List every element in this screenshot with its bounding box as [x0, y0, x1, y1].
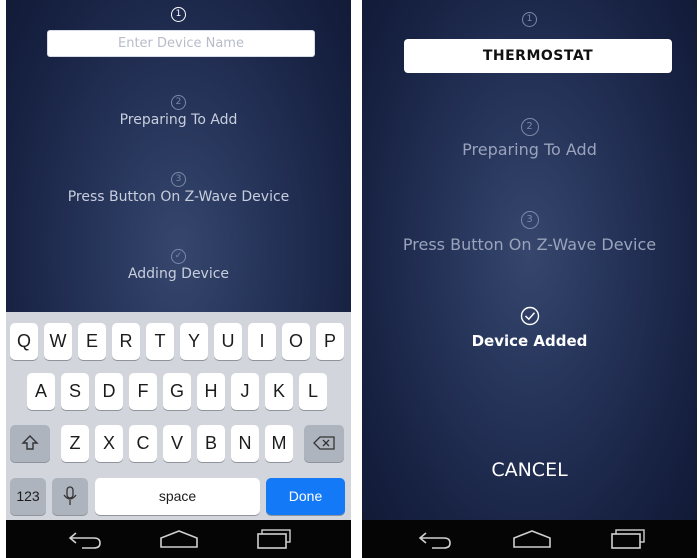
recents-icon[interactable]	[256, 529, 292, 549]
check-circle-icon: ✓	[171, 249, 186, 264]
backspace-key[interactable]	[304, 425, 344, 462]
backspace-icon	[313, 436, 335, 450]
step-2-label: Preparing To Add	[119, 112, 238, 128]
key-b[interactable]: B	[197, 425, 225, 462]
on-screen-keyboard: Q W E R T Y U I O P A S D F G H J K L Z …	[6, 312, 351, 520]
key-g[interactable]: G	[163, 373, 191, 410]
key-z[interactable]: Z	[61, 425, 89, 462]
step-3-label: Press Button On Z-Wave Device	[402, 235, 657, 254]
microphone-icon	[63, 486, 77, 505]
key-t[interactable]: T	[146, 323, 174, 360]
key-n[interactable]: N	[231, 425, 259, 462]
step-2-label: Preparing To Add	[462, 140, 597, 159]
device-name-field[interactable]: THERMOSTAT	[404, 39, 672, 73]
back-icon[interactable]	[418, 529, 452, 549]
key-l[interactable]: L	[299, 373, 327, 410]
step-4-check: ✓	[6, 247, 351, 264]
key-e[interactable]: E	[78, 323, 106, 360]
step-2-number: 2	[6, 93, 351, 110]
shift-key[interactable]	[10, 425, 50, 462]
device-added-label: Device Added	[471, 332, 588, 350]
key-p[interactable]: P	[316, 323, 344, 360]
left-phone-screen: 1 Enter Device Name 2 Preparing To Add 3…	[6, 0, 351, 558]
home-icon[interactable]	[159, 529, 199, 549]
key-q[interactable]: Q	[10, 323, 38, 360]
dictation-key[interactable]	[52, 478, 88, 515]
back-icon[interactable]	[68, 529, 102, 549]
key-h[interactable]: H	[197, 373, 225, 410]
step-3-number: 3	[6, 170, 351, 187]
key-m[interactable]: M	[265, 425, 293, 462]
android-nav-bar	[362, 520, 697, 558]
key-a[interactable]: A	[27, 373, 55, 410]
step-3-label: Press Button On Z-Wave Device	[67, 189, 290, 205]
home-icon[interactable]	[512, 529, 552, 549]
step-4-label: Adding Device	[127, 266, 230, 282]
key-x[interactable]: X	[95, 425, 123, 462]
numbers-key[interactable]: 123	[10, 478, 46, 515]
key-s[interactable]: S	[61, 373, 89, 410]
done-key[interactable]: Done	[266, 478, 345, 515]
key-c[interactable]: C	[129, 425, 157, 462]
step-1-number: 1	[6, 5, 351, 22]
check-circle-icon	[362, 306, 697, 330]
step-1-number: 1	[362, 10, 697, 27]
step-2-number: 2	[362, 118, 697, 136]
key-v[interactable]: V	[163, 425, 191, 462]
shift-icon	[21, 435, 39, 450]
key-k[interactable]: K	[265, 373, 293, 410]
key-f[interactable]: F	[129, 373, 157, 410]
step-3-number: 3	[362, 211, 697, 229]
cancel-button[interactable]: CANCEL	[362, 459, 697, 481]
key-d[interactable]: D	[95, 373, 123, 410]
key-o[interactable]: O	[282, 323, 310, 360]
right-phone-screen: 1 THERMOSTAT 2 Preparing To Add 3 Press …	[362, 0, 697, 558]
key-j[interactable]: J	[231, 373, 259, 410]
key-i[interactable]: I	[248, 323, 276, 360]
space-key[interactable]: space	[95, 478, 260, 515]
recents-icon[interactable]	[610, 529, 646, 549]
device-name-input[interactable]: Enter Device Name	[47, 30, 315, 57]
key-u[interactable]: U	[214, 323, 242, 360]
key-y[interactable]: Y	[180, 323, 208, 360]
android-nav-bar	[6, 520, 351, 558]
key-r[interactable]: R	[112, 323, 140, 360]
key-w[interactable]: W	[44, 323, 72, 360]
